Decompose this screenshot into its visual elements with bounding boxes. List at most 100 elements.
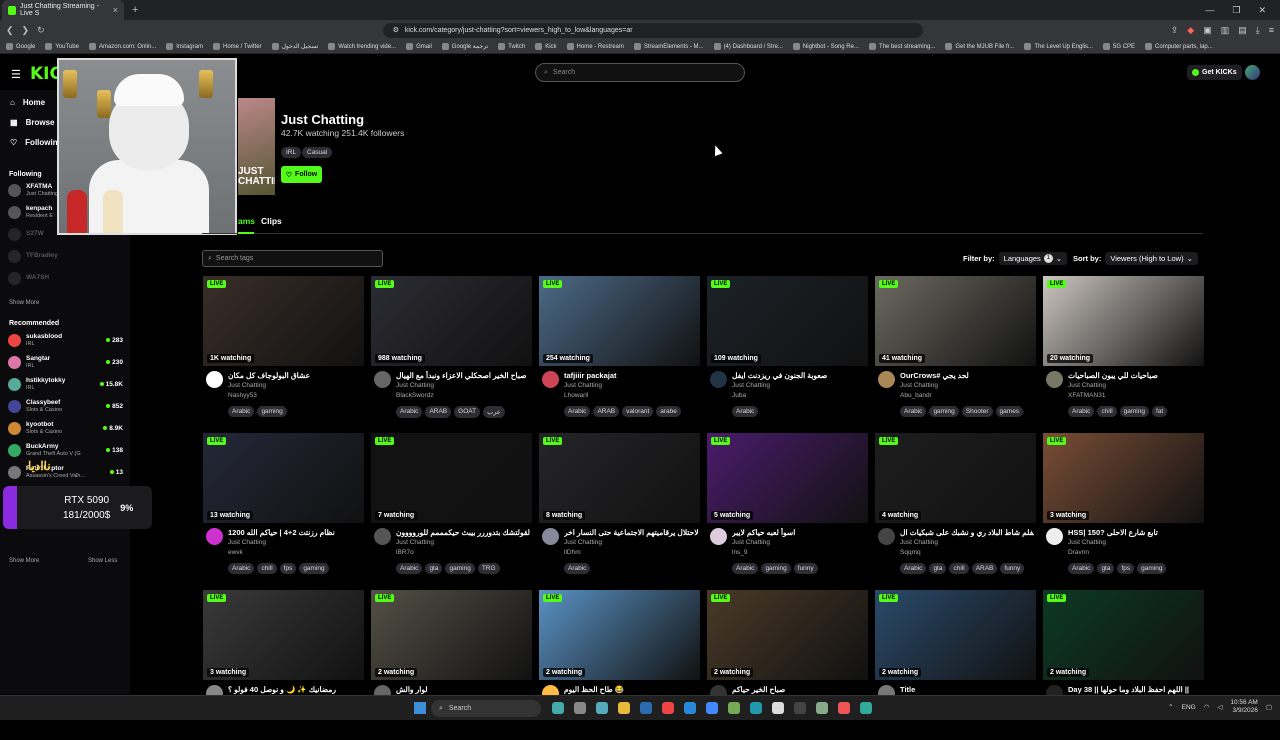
avatar[interactable] [374, 528, 391, 545]
stream-tag[interactable]: gaming [445, 563, 475, 574]
stream-card[interactable]: LIVE 4 watching الفلم شاط البلاد ري و نشبك… [875, 433, 1036, 583]
search-tags-input[interactable]: ⌕ Search tags [202, 250, 383, 267]
browser-tab-active[interactable]: Just Chatting Streaming - Live S × [2, 0, 124, 20]
terminal-icon[interactable] [794, 702, 806, 714]
bookmark-item[interactable]: Amazon.com: Onlin... [88, 43, 156, 50]
reload-icon[interactable]: ↻ [37, 25, 45, 36]
stream-thumbnail[interactable]: LIVE 8 watching [539, 433, 700, 523]
stream-card[interactable]: LIVE 5 watching اسوأ لعبه حياكم لايبر Just … [707, 433, 868, 583]
avatar[interactable] [542, 528, 559, 545]
languages-dropdown[interactable]: Languages 1 ⌄ [998, 252, 1068, 265]
sidebar-item-home[interactable]: ⌂ Home [10, 98, 45, 107]
get-kicks-button[interactable]: Get KICKs [1187, 65, 1242, 80]
bookmark-item[interactable]: 5G CPE [1103, 43, 1135, 50]
avatar[interactable] [1046, 371, 1063, 388]
stream-tag[interactable]: GOAT [454, 406, 481, 418]
avatar[interactable] [1046, 528, 1063, 545]
stream-title[interactable]: صعوبة الجنون في ريزدنت ايفل [732, 371, 866, 380]
site-info-icon[interactable]: ⚙ [393, 26, 399, 34]
stream-thumbnail[interactable]: LIVE 13 watching [203, 433, 364, 523]
stream-thumbnail[interactable]: LIVE 4 watching [875, 433, 1036, 523]
stream-tag[interactable]: gta [1097, 563, 1115, 574]
settings-icon[interactable] [596, 702, 608, 714]
stream-category[interactable]: Just Chatting [228, 382, 266, 389]
forward-icon[interactable]: ❯ [22, 25, 30, 36]
stream-tag[interactable]: Arabic [228, 406, 255, 417]
stream-tag[interactable]: valorant [622, 406, 654, 417]
spotify-icon[interactable] [816, 702, 828, 714]
stream-tag[interactable]: gta [425, 563, 443, 574]
stream-tag[interactable]: gaming [1119, 406, 1149, 417]
brave-shield-icon[interactable]: ◆ [1187, 25, 1194, 36]
file-explorer-icon[interactable] [618, 702, 630, 714]
stream-tag[interactable]: chill [257, 563, 277, 574]
streamer-name[interactable]: Sqqmq [900, 549, 921, 556]
sidebar-recommended-item[interactable]: hstikkytokky IRL 15.8K [8, 374, 123, 394]
avatar[interactable] [206, 371, 223, 388]
bookmark-item[interactable]: Instagram [166, 43, 203, 50]
streamer-name[interactable]: Lhowarll [564, 392, 588, 399]
stream-title[interactable]: القولتشك بتدوررر بيبث حيكمممم للوروووون [396, 528, 530, 537]
stream-tag[interactable]: games [995, 406, 1024, 417]
avatar[interactable] [878, 528, 895, 545]
stream-title[interactable]: نظام رزنتت 2+4 | حياكم الله 1200 [228, 528, 362, 537]
stream-tag[interactable]: Arabic [564, 406, 591, 417]
bookmark-item[interactable]: (4) Dashboard / Stre... [713, 43, 783, 50]
stream-tag[interactable]: gaming [761, 563, 791, 574]
stream-tag[interactable]: Arabic [732, 563, 759, 574]
bookmark-item[interactable]: Computer parts, lap... [1145, 43, 1213, 50]
show-less-link[interactable]: Show Less [88, 558, 117, 564]
stream-title[interactable]: رمضانيك ✨ 🌙 و نوصل 40 فولو ؟ [228, 685, 362, 694]
stream-tag[interactable]: Arabic [900, 406, 927, 417]
stream-tag[interactable]: chill [1097, 406, 1117, 417]
sidebar-following-item[interactable]: WA7SH [8, 268, 123, 288]
show-more-following-link[interactable]: Show More [9, 300, 39, 306]
sidebar-item-following[interactable]: ♡ Following [10, 138, 63, 147]
stream-tag[interactable]: Arabic [228, 563, 255, 574]
clock[interactable]: 10:56 AM 3/9/2026 [1230, 699, 1257, 716]
stream-tag[interactable]: ARAB [593, 406, 620, 417]
stream-title[interactable]: طاح الحظ اليوم 😂 [564, 685, 698, 694]
stream-card[interactable]: LIVE 7 watching القولتشك بتدوررر بيبث حيكم… [371, 433, 532, 583]
stream-tag[interactable]: fat [1151, 406, 1168, 417]
streamer-name[interactable]: Abu_bandr [900, 392, 932, 399]
stream-thumbnail[interactable]: LIVE 2 watching [539, 590, 700, 680]
show-more-recommended-link[interactable]: Show More [9, 558, 39, 564]
stream-card[interactable]: LIVE 41 watching OurCrows# لحد يجي Just Cha… [875, 276, 1036, 426]
task-view-icon[interactable] [574, 702, 586, 714]
taskbar-search[interactable]: ⌕ Search [431, 700, 541, 717]
chrome-icon[interactable] [684, 702, 696, 714]
stream-thumbnail[interactable]: LIVE 7 watching [371, 433, 532, 523]
stream-tag[interactable]: chill [949, 563, 969, 574]
telegram-icon[interactable] [750, 702, 762, 714]
stream-tag[interactable]: Arabic [900, 563, 927, 574]
stream-tag[interactable]: Shooter [961, 406, 993, 417]
stream-category[interactable]: Just Chatting [396, 382, 434, 389]
stream-tag[interactable]: Arabic [564, 563, 591, 574]
stream-category[interactable]: Just Chatting [732, 382, 770, 389]
stream-tag[interactable]: funny [793, 563, 818, 574]
bookmark-item[interactable]: Get the MJUB File fr... [945, 43, 1014, 50]
maximize-icon[interactable]: ❐ [1232, 5, 1240, 16]
bookmark-item[interactable]: Kick [535, 43, 557, 50]
stream-tag[interactable]: Arabic [1068, 563, 1095, 574]
avatar[interactable] [542, 371, 559, 388]
bookmark-item[interactable]: StreamElements - M... [633, 43, 704, 50]
close-window-icon[interactable]: ✕ [1258, 5, 1266, 16]
bookmark-item[interactable]: The Level Up Englis... [1024, 43, 1093, 50]
stream-card[interactable]: LIVE 13 watching نظام رزنتت 2+4 | حياكم ال… [203, 433, 364, 583]
app-icon[interactable] [838, 702, 850, 714]
bookmark-item[interactable]: تسجيل الدخول [271, 43, 318, 50]
stream-title[interactable]: صباح الخير اصحكلي الاعزاء ونبدأ مع الهيا… [396, 371, 530, 380]
stream-tag[interactable]: funny [1000, 563, 1025, 574]
stream-title[interactable]: Day 38 || اللهم احفظ البلاد وما حولها || [1068, 685, 1202, 694]
bookmark-item[interactable]: Google [6, 43, 35, 50]
category-tag-casual[interactable]: Casual [302, 147, 333, 158]
stream-thumbnail[interactable]: LIVE 3 watching [203, 590, 364, 680]
stream-tag[interactable]: gaming [1137, 563, 1167, 574]
stream-title[interactable]: لوار والش [396, 685, 530, 694]
stream-tag[interactable]: TRG [477, 563, 500, 574]
bookmark-item[interactable]: Gmail [406, 43, 432, 50]
streamer-name[interactable]: BlackSwordz [396, 392, 434, 399]
search-input[interactable]: ⌕ Search [535, 63, 745, 82]
